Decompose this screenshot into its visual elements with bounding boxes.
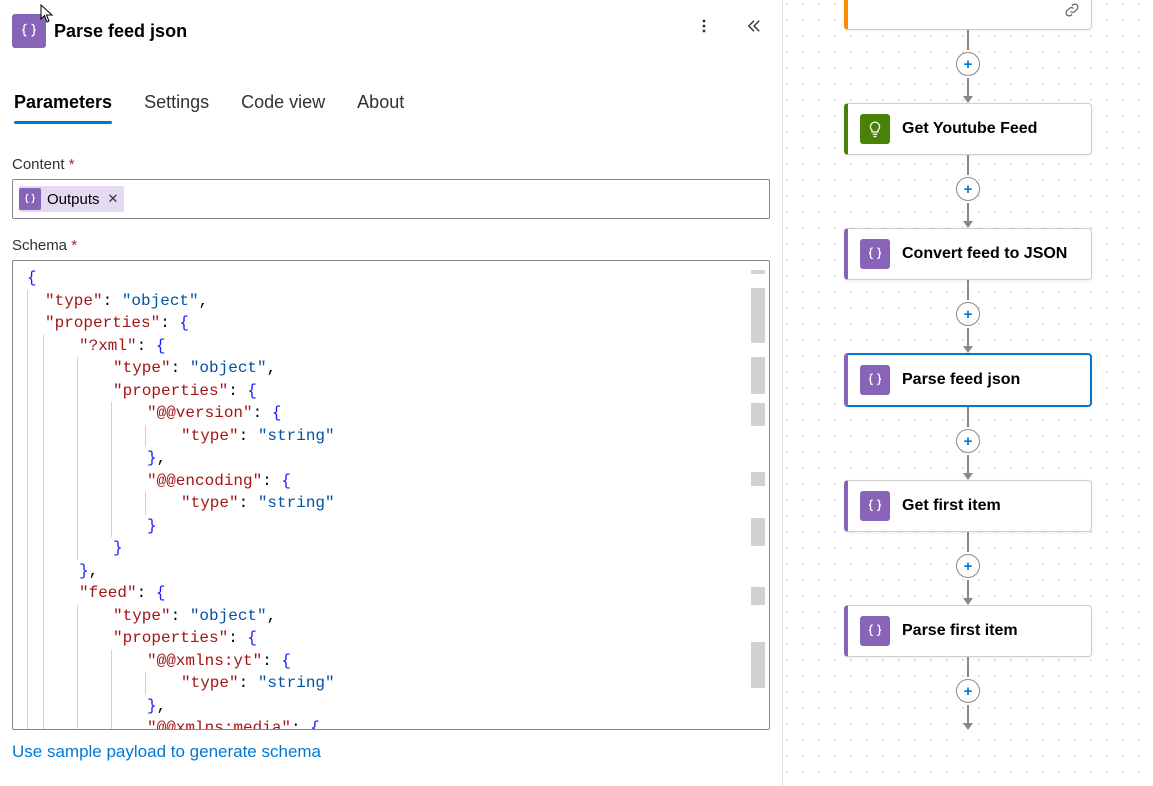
required-marker: * bbox=[71, 237, 77, 254]
link-icon bbox=[1063, 1, 1081, 19]
braces-icon bbox=[19, 21, 39, 41]
tab-bar: Parameters Settings Code view About bbox=[12, 92, 770, 124]
tab-settings[interactable]: Settings bbox=[144, 92, 209, 123]
flow-node-parse-feed-json[interactable]: Parse feed json bbox=[844, 353, 1092, 407]
content-label: Content * bbox=[12, 156, 770, 173]
tab-about[interactable]: About bbox=[357, 92, 404, 123]
flow-node-label: Get Youtube Feed bbox=[902, 120, 1037, 138]
braces-icon bbox=[23, 192, 37, 206]
flow-node-label: Parse feed json bbox=[902, 371, 1020, 389]
braces-icon bbox=[866, 371, 884, 389]
content-token[interactable]: Outputs ✕ bbox=[19, 186, 124, 212]
panel-title: Parse feed json bbox=[54, 21, 187, 42]
token-text: Outputs bbox=[47, 191, 100, 208]
flow-node-trigger-partial[interactable] bbox=[844, 0, 1092, 30]
lightbulb-icon bbox=[866, 120, 884, 138]
braces-icon bbox=[866, 245, 884, 263]
editor-minimap[interactable] bbox=[751, 265, 765, 725]
add-step-button[interactable]: + bbox=[956, 679, 980, 703]
add-step-button[interactable]: + bbox=[956, 302, 980, 326]
connector: + bbox=[844, 280, 1092, 353]
flow-node-label: Convert feed to JSON bbox=[902, 245, 1067, 263]
add-step-button[interactable]: + bbox=[956, 429, 980, 453]
flow-node-get-first-item[interactable]: Get first item bbox=[844, 480, 1092, 532]
required-marker: * bbox=[69, 156, 75, 173]
tab-parameters[interactable]: Parameters bbox=[14, 92, 112, 123]
collapse-panel-button[interactable] bbox=[742, 14, 766, 38]
flow-node-convert-feed-json[interactable]: Convert feed to JSON bbox=[844, 228, 1092, 280]
flow-node-label: Parse first item bbox=[902, 622, 1018, 640]
flow-column: + Get Youtube Feed + Convert feed to JSON + P… bbox=[844, 0, 1092, 730]
braces-icon bbox=[866, 622, 884, 640]
designer-canvas[interactable]: + Get Youtube Feed + Convert feed to JSON + P… bbox=[782, 0, 1153, 786]
add-step-button[interactable]: + bbox=[956, 554, 980, 578]
chevron-double-left-icon bbox=[745, 17, 763, 35]
braces-icon-wrap bbox=[860, 239, 890, 269]
braces-icon bbox=[866, 497, 884, 515]
more-vertical-icon bbox=[696, 18, 712, 34]
panel-header: Parse feed json bbox=[12, 12, 770, 48]
flow-node-label: Get first item bbox=[902, 497, 1001, 515]
token-icon bbox=[19, 188, 41, 210]
connector: + bbox=[844, 155, 1092, 228]
add-step-button[interactable]: + bbox=[956, 52, 980, 76]
braces-icon-wrap bbox=[860, 365, 890, 395]
connector: + bbox=[844, 30, 1092, 103]
lightbulb-icon-wrap bbox=[860, 114, 890, 144]
braces-icon-wrap bbox=[860, 616, 890, 646]
braces-icon-wrap bbox=[860, 491, 890, 521]
add-step-button[interactable]: + bbox=[956, 177, 980, 201]
tab-codeview[interactable]: Code view bbox=[241, 92, 325, 123]
token-remove-button[interactable]: ✕ bbox=[106, 191, 119, 207]
schema-label: Schema * bbox=[12, 237, 770, 254]
content-input[interactable]: Outputs ✕ bbox=[12, 179, 770, 219]
generate-schema-link[interactable]: Use sample payload to generate schema bbox=[12, 742, 321, 762]
properties-panel: Parse feed json Parameters Settings Code v… bbox=[0, 0, 782, 786]
connector: + bbox=[844, 407, 1092, 480]
flow-node-get-youtube-feed[interactable]: Get Youtube Feed bbox=[844, 103, 1092, 155]
more-menu-button[interactable] bbox=[692, 14, 716, 38]
connector: + bbox=[844, 532, 1092, 605]
action-type-icon bbox=[12, 14, 46, 48]
connector: + bbox=[844, 657, 1092, 730]
schema-editor[interactable]: {"type": "object","properties": {"?xml":… bbox=[12, 260, 770, 730]
flow-node-parse-first-item[interactable]: Parse first item bbox=[844, 605, 1092, 657]
